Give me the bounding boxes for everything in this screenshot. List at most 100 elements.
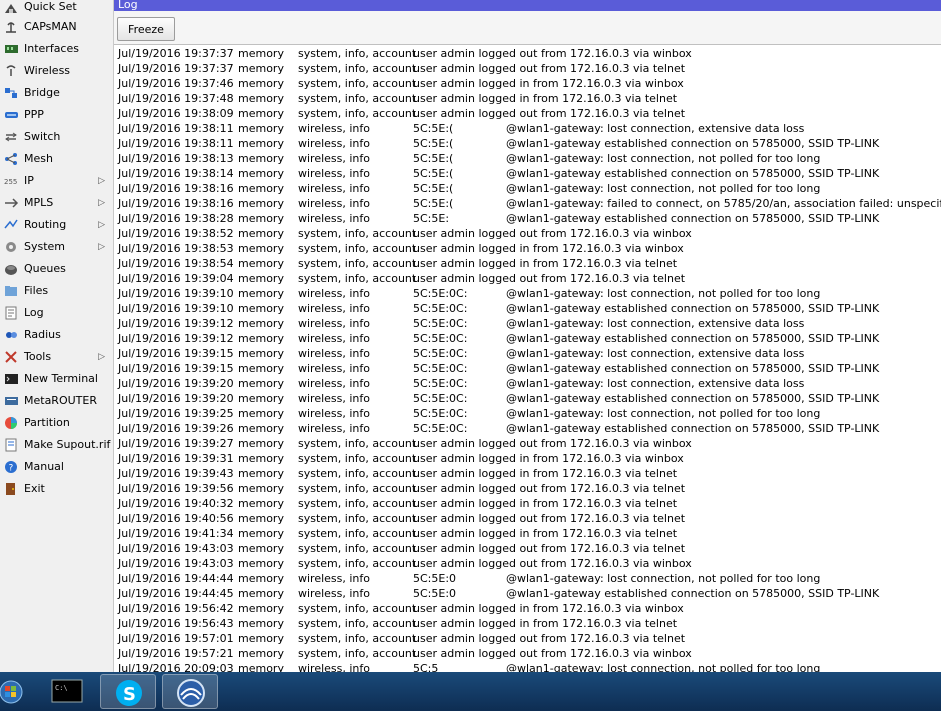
taskbar-winbox-button[interactable] — [162, 674, 218, 709]
sidebar-item-system[interactable]: System ▷ — [0, 236, 113, 258]
sidebar-item-queues[interactable]: Queues — [0, 258, 113, 280]
log-row[interactable]: Jul/19/2016 19:38:11 memory wireless, info… — [114, 136, 941, 151]
log-buffer: memory — [238, 602, 284, 615]
sidebar-item-label: IP — [24, 174, 34, 187]
log-row[interactable]: Jul/19/2016 19:56:43 memory system, info, … — [114, 616, 941, 631]
svg-text:S: S — [123, 684, 136, 705]
sidebar-item-routing[interactable]: Routing ▷ — [0, 214, 113, 236]
log-row[interactable]: Jul/19/2016 19:38:14 memory wireless, info… — [114, 166, 941, 181]
log-time: Jul/19/2016 19:38:16 — [118, 182, 234, 195]
sidebar-item-terminal[interactable]: New Terminal — [0, 368, 113, 390]
log-row[interactable]: Jul/19/2016 19:37:46 memory system, info, … — [114, 76, 941, 91]
sidebar-item-log[interactable]: Log — [0, 302, 113, 324]
sidebar-item-ip[interactable]: 255 IP ▷ — [0, 170, 113, 192]
log-row[interactable]: Jul/19/2016 19:38:13 memory wireless, info… — [114, 151, 941, 166]
sidebar-item-ppp[interactable]: PPP — [0, 104, 113, 126]
log-row[interactable]: Jul/19/2016 19:43:03 memory system, info, … — [114, 556, 941, 571]
log-row[interactable]: Jul/19/2016 19:39:20 memory wireless, info… — [114, 391, 941, 406]
log-row[interactable]: Jul/19/2016 19:44:45 memory wireless, info… — [114, 586, 941, 601]
sidebar-item-quick-set[interactable]: Quick Set — [0, 0, 113, 16]
sidebar-item-manual[interactable]: ? Manual — [0, 456, 113, 478]
sidebar-item-switch[interactable]: Switch — [0, 126, 113, 148]
log-time: Jul/19/2016 19:39:12 — [118, 332, 234, 345]
log-time: Jul/19/2016 19:39:20 — [118, 377, 234, 390]
log-row[interactable]: Jul/19/2016 19:38:54 memory system, info, … — [114, 256, 941, 271]
log-row[interactable]: Jul/19/2016 19:44:44 memory wireless, info… — [114, 571, 941, 586]
taskbar-cmd-button[interactable]: C:\ — [40, 674, 96, 709]
sidebar-item-tools[interactable]: Tools ▷ — [0, 346, 113, 368]
log-topics: wireless, info — [298, 407, 371, 420]
log-row[interactable]: Jul/19/2016 19:43:03 memory system, info, … — [114, 541, 941, 556]
sidebar-menu: Quick Set CAPsMAN Interfaces Wireless Bridge… — [0, 0, 114, 672]
sidebar-item-capsman[interactable]: CAPsMAN — [0, 16, 113, 38]
log-message: @wlan1-gateway: failed to connect, on 57… — [506, 197, 941, 210]
sidebar-item-metarouter[interactable]: MetaROUTER — [0, 390, 113, 412]
log-row[interactable]: Jul/19/2016 19:38:09 memory system, info, … — [114, 106, 941, 121]
log-message: user admin logged in from 172.16.0.3 via… — [413, 452, 684, 465]
log-row[interactable]: Jul/19/2016 19:39:25 memory wireless, info… — [114, 406, 941, 421]
log-mac-address: 5C:5E:0 — [413, 572, 457, 585]
sidebar-item-files[interactable]: Files — [0, 280, 113, 302]
log-row[interactable]: Jul/19/2016 19:57:21 memory system, info, … — [114, 646, 941, 661]
mesh-icon — [4, 152, 19, 166]
log-row[interactable]: Jul/19/2016 19:39:12 memory wireless, info… — [114, 316, 941, 331]
log-window: Log Freeze Jul/19/2016 19:37:37 memory sys… — [114, 0, 941, 672]
log-row[interactable]: Jul/19/2016 19:39:56 memory system, info, … — [114, 481, 941, 496]
sidebar-item-mesh[interactable]: Mesh — [0, 148, 113, 170]
log-row[interactable]: Jul/19/2016 19:38:16 memory wireless, info… — [114, 181, 941, 196]
submenu-arrow-icon: ▷ — [98, 352, 105, 362]
sidebar-item-exit[interactable]: Exit — [0, 478, 113, 500]
freeze-button[interactable]: Freeze — [117, 17, 175, 41]
log-row[interactable]: Jul/19/2016 19:38:52 memory system, info, … — [114, 226, 941, 241]
submenu-arrow-icon: ▷ — [98, 242, 105, 252]
log-row[interactable]: Jul/19/2016 19:41:34 memory system, info, … — [114, 526, 941, 541]
log-row[interactable]: Jul/19/2016 19:39:15 memory wireless, info… — [114, 361, 941, 376]
log-row[interactable]: Jul/19/2016 19:39:26 memory wireless, info… — [114, 421, 941, 436]
log-topics: wireless, info — [298, 587, 371, 600]
log-message: @wlan1-gateway established connection on… — [506, 332, 880, 345]
log-row[interactable]: Jul/19/2016 19:38:11 memory wireless, info… — [114, 121, 941, 136]
sidebar-item-partition[interactable]: Partition — [0, 412, 113, 434]
sidebar-item-label: System — [24, 240, 66, 253]
log-message: user admin logged out from 172.16.0.3 vi… — [413, 542, 686, 555]
sidebar-item-radius[interactable]: Radius — [0, 324, 113, 346]
log-row[interactable]: Jul/19/2016 19:39:27 memory system, info, … — [114, 436, 941, 451]
sidebar-item-bridge[interactable]: Bridge — [0, 82, 113, 104]
sidebar-item-supout[interactable]: Make Supout.rif — [0, 434, 113, 456]
log-row[interactable]: Jul/19/2016 19:39:20 memory wireless, info… — [114, 376, 941, 391]
log-mac-address: 5C:5E:0C: — [413, 422, 468, 435]
log-row[interactable]: Jul/19/2016 19:40:56 memory system, info, … — [114, 511, 941, 526]
log-row[interactable]: Jul/19/2016 19:39:43 memory system, info, … — [114, 466, 941, 481]
svg-text:?: ? — [9, 464, 14, 474]
taskbar-skype-button[interactable]: S — [100, 674, 156, 709]
log-message: user admin logged out from 172.16.0.3 vi… — [413, 482, 686, 495]
log-row[interactable]: Jul/19/2016 19:39:10 memory wireless, info… — [114, 301, 941, 316]
log-row[interactable]: Jul/19/2016 19:38:28 memory wireless, info… — [114, 211, 941, 226]
log-row[interactable]: Jul/19/2016 19:37:48 memory system, info, … — [114, 91, 941, 106]
log-topics: wireless, info — [298, 662, 371, 672]
log-row[interactable]: Jul/19/2016 19:39:04 memory system, info, … — [114, 271, 941, 286]
log-time: Jul/19/2016 19:57:21 — [118, 647, 234, 660]
sidebar-item-interfaces[interactable]: Interfaces — [0, 38, 113, 60]
sidebar-item-wireless[interactable]: Wireless — [0, 60, 113, 82]
log-row[interactable]: Jul/19/2016 19:39:31 memory system, info, … — [114, 451, 941, 466]
log-time: Jul/19/2016 19:37:48 — [118, 92, 234, 105]
log-row[interactable]: Jul/19/2016 19:38:16 memory wireless, info… — [114, 196, 941, 211]
log-row[interactable]: Jul/19/2016 19:37:37 memory system, info, … — [114, 46, 941, 61]
log-row[interactable]: Jul/19/2016 19:39:12 memory wireless, info… — [114, 331, 941, 346]
log-row[interactable]: Jul/19/2016 19:37:37 memory system, info, … — [114, 61, 941, 76]
sidebar-item-mpls[interactable]: MPLS ▷ — [0, 192, 113, 214]
log-row[interactable]: Jul/19/2016 19:57:01 memory system, info, … — [114, 631, 941, 646]
log-time: Jul/19/2016 19:39:31 — [118, 452, 234, 465]
log-row[interactable]: Jul/19/2016 19:40:32 memory system, info, … — [114, 496, 941, 511]
start-button[interactable] — [0, 672, 30, 711]
log-row[interactable]: Jul/19/2016 20:09:03 memory wireless, info… — [114, 661, 941, 672]
log-row[interactable]: Jul/19/2016 19:39:15 memory wireless, info… — [114, 346, 941, 361]
log-row[interactable]: Jul/19/2016 19:56:42 memory system, info, … — [114, 601, 941, 616]
log-buffer: memory — [238, 392, 284, 405]
log-buffer: memory — [238, 317, 284, 330]
mpls-icon — [4, 196, 19, 210]
log-time: Jul/19/2016 19:38:09 — [118, 107, 234, 120]
log-row[interactable]: Jul/19/2016 19:38:53 memory system, info, … — [114, 241, 941, 256]
log-row[interactable]: Jul/19/2016 19:39:10 memory wireless, info… — [114, 286, 941, 301]
